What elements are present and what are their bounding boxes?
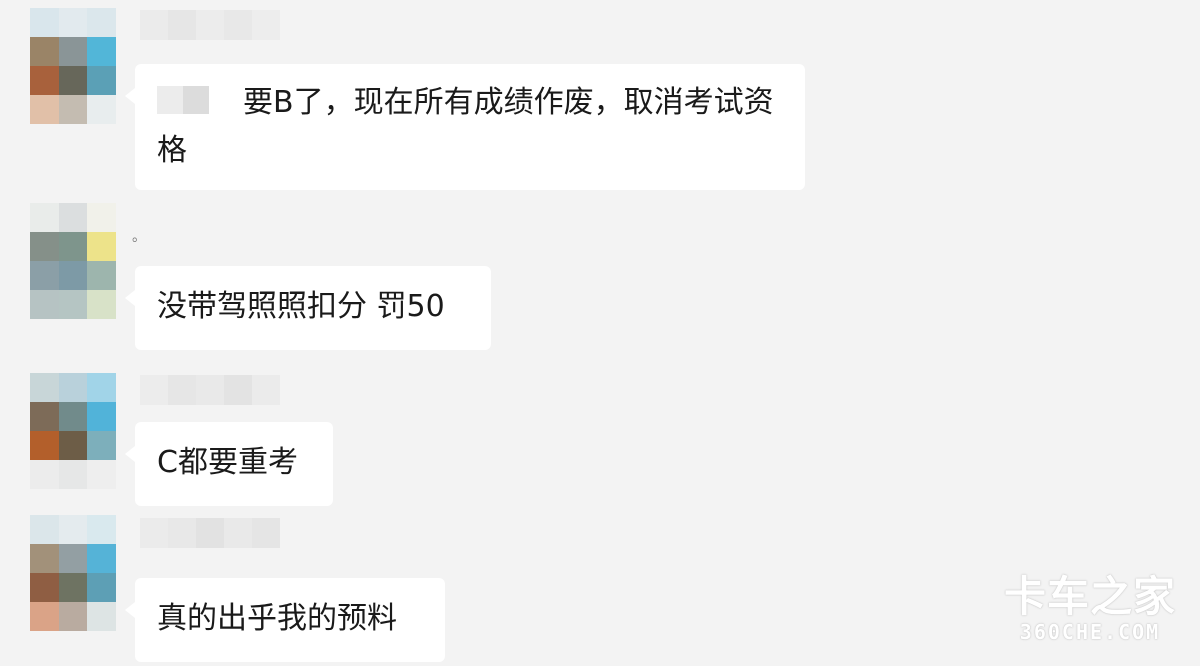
avatar-pixel [87, 602, 116, 631]
avatar-pixel [30, 573, 59, 602]
avatar-pixel [30, 8, 59, 37]
avatar-pixel [30, 203, 59, 232]
avatar-pixel [30, 431, 59, 460]
avatar-pixel [87, 95, 116, 124]
avatar-pixel [58, 573, 88, 602]
avatar-pixel [30, 402, 59, 431]
sender-name-blurred [140, 518, 280, 548]
message-bubble[interactable]: C都要重考 [125, 422, 333, 506]
sender-name: 。 [132, 229, 146, 245]
avatar-pixel [30, 460, 59, 489]
avatar-pixel [30, 515, 59, 544]
avatar-pixel [58, 460, 88, 489]
watermark-brand-cn: 卡车之家 [1003, 572, 1176, 621]
watermark-brand-en: 360CHE.COM [1019, 620, 1161, 644]
avatar-pixel [30, 373, 59, 402]
avatar-pixel [58, 232, 88, 261]
avatar-pixel [87, 515, 116, 544]
avatar-pixel [87, 431, 116, 460]
avatar-pixel [30, 95, 59, 124]
avatar[interactable] [30, 8, 116, 124]
avatar-pixel [58, 544, 88, 573]
avatar-pixel [58, 431, 88, 460]
avatar-pixel [30, 66, 59, 95]
avatar-pixel [87, 261, 116, 290]
avatar-pixel [87, 232, 116, 261]
avatar-pixel [87, 373, 116, 402]
avatar-pixel [87, 290, 116, 319]
avatar-pixel [58, 203, 88, 232]
avatar-pixel [58, 8, 88, 37]
message-text: 要B了，现在所有成绩作废，取消考试资格 [157, 85, 774, 168]
avatar-pixel [87, 402, 116, 431]
sender-name-blurred [140, 10, 280, 40]
avatar[interactable] [30, 203, 116, 319]
avatar[interactable] [30, 373, 116, 489]
avatar-pixel [87, 66, 116, 95]
avatar-pixel [58, 261, 88, 290]
avatar-pixel [87, 203, 116, 232]
avatar-pixel [58, 373, 88, 402]
avatar-pixel [58, 66, 88, 95]
avatar-pixel [30, 261, 59, 290]
avatar[interactable] [30, 515, 116, 631]
avatar-pixel [87, 460, 116, 489]
message-text: 真的出乎我的预料 [157, 601, 397, 636]
avatar-pixel [58, 602, 88, 631]
avatar-pixel [58, 290, 88, 319]
message-bubble[interactable]: 要B了，现在所有成绩作废，取消考试资格 [125, 64, 805, 190]
avatar-pixel [58, 37, 88, 66]
avatar-pixel [30, 290, 59, 319]
message-text: 没带驾照照扣分 罚50 [157, 289, 445, 324]
avatar-pixel [87, 8, 116, 37]
message-bubble[interactable]: 没带驾照照扣分 罚50 [125, 266, 491, 350]
mention-blurred [157, 86, 209, 114]
avatar-pixel [87, 544, 116, 573]
avatar-pixel [58, 402, 88, 431]
avatar-pixel [58, 515, 88, 544]
sender-name-blurred [140, 375, 280, 405]
message-bubble[interactable]: 真的出乎我的预料 [125, 578, 445, 662]
avatar-pixel [30, 37, 59, 66]
avatar-pixel [30, 232, 59, 261]
avatar-pixel [87, 37, 116, 66]
avatar-pixel [87, 573, 116, 602]
avatar-pixel [30, 544, 59, 573]
avatar-pixel [58, 95, 88, 124]
brand-watermark: 卡车之家 360CHE.COM [1003, 572, 1176, 645]
avatar-pixel [30, 602, 59, 631]
message-text: C都要重考 [157, 445, 298, 480]
